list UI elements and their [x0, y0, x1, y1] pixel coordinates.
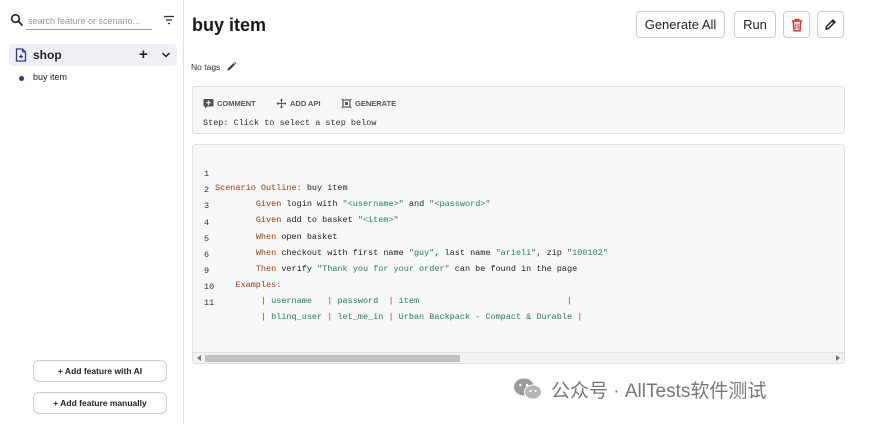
code-line[interactable]: 11 | blinq_user | let_me_in | Urban Back… [193, 282, 843, 322]
code-line[interactable]: 5 When checkout with first name "guy", l… [193, 218, 843, 258]
table-cell: Urban Backpack - Compact & Durable [398, 312, 573, 322]
scroll-right-icon[interactable] [836, 355, 840, 361]
scrollbar-thumb[interactable] [205, 355, 460, 362]
feature-name: shop [33, 48, 62, 62]
sidebar: shop + buy item + Add feature with AI + … [0, 0, 184, 424]
run-button[interactable]: Run [734, 11, 776, 38]
generate-all-button[interactable]: Generate All [636, 11, 725, 38]
watermark: 公众号 · AllTests软件测试 [513, 376, 766, 402]
code-line[interactable]: 9 Examples: [193, 250, 843, 290]
trash-icon [791, 18, 802, 32]
filter-icon[interactable] [163, 14, 175, 26]
code-line[interactable]: 4 When open basket [193, 202, 843, 242]
comment-icon [203, 98, 214, 108]
add-scenario-icon[interactable]: + [139, 47, 148, 62]
generate-tool[interactable]: GENERATE [341, 96, 396, 110]
code-editor[interactable]: 1 Scenario Outline: buy item 2 Given log… [192, 144, 845, 364]
wechat-logo-icon [514, 378, 542, 400]
table-cell: item [398, 296, 562, 306]
move-icon [276, 98, 287, 108]
horizontal-scrollbar[interactable] [193, 352, 844, 363]
tags-row: No tags [191, 57, 237, 73]
search-icon [10, 13, 23, 26]
scroll-left-icon[interactable] [197, 355, 201, 361]
edit-tags-icon[interactable] [226, 61, 237, 72]
code-line[interactable]: 3 Given add to basket "<item>" [193, 185, 843, 225]
delete-button[interactable] [783, 11, 810, 38]
bullet-icon [19, 76, 24, 81]
add-api-tool[interactable]: ADD API [276, 96, 321, 110]
page-title: buy item [192, 15, 267, 35]
add-feature-ai-button[interactable]: + Add feature with AI [33, 360, 167, 382]
add-api-label: ADD API [290, 98, 321, 108]
code-line[interactable]: 6 Then verify "Thank you for your order"… [193, 234, 843, 274]
feature-file-icon [15, 48, 27, 62]
code-line[interactable]: 1 Scenario Outline: buy item [193, 153, 843, 193]
search-row [8, 10, 176, 32]
code-line[interactable]: 2 Given login with "<username>" and "<pa… [193, 169, 843, 209]
add-feature-manual-button[interactable]: + Add feature manually [33, 392, 167, 414]
line-number: 11 [204, 298, 215, 308]
scenario-item[interactable]: buy item [18, 72, 168, 86]
comment-tool[interactable]: COMMENT [203, 96, 256, 110]
table-cell: blinq_user [271, 312, 328, 322]
scenario-name: buy item [33, 72, 68, 82]
feature-item-shop[interactable]: shop + [9, 44, 177, 66]
table-cell: let_me_in [337, 312, 389, 322]
generate-icon [341, 98, 352, 108]
pencil-icon [825, 19, 836, 30]
search-input[interactable] [26, 12, 152, 30]
edit-button[interactable] [817, 11, 844, 38]
tags-text: No tags [191, 62, 221, 72]
comment-label: COMMENT [217, 98, 256, 108]
step-hint: Step: Click to select a step below [203, 118, 377, 128]
watermark-text: 公众号 · AllTests软件测试 [551, 380, 767, 402]
generate-label: GENERATE [355, 98, 397, 108]
step-panel: COMMENT ADD API GENERATE Step: Click to … [192, 86, 845, 134]
code-line[interactable]: 10 | username | password | item | [193, 266, 843, 306]
table-cell: username [271, 296, 328, 306]
chevron-down-icon[interactable] [160, 49, 172, 61]
table-cell: password [337, 296, 389, 306]
